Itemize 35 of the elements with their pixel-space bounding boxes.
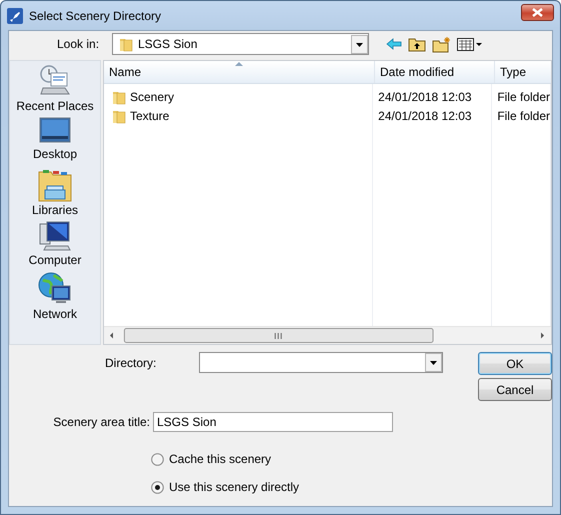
column-header[interactable]: Date modified — [375, 61, 495, 83]
option-label[interactable]: Cache this scenery — [169, 452, 272, 466]
file-name-cell[interactable]: Texture — [104, 106, 372, 125]
scenery-title-field[interactable]: LSGS Sion — [153, 412, 393, 432]
directory-label: Directory: — [105, 355, 158, 372]
folder-icon — [119, 36, 133, 52]
table-cell-text: 24/01/2018 12:03 — [377, 108, 473, 124]
table-cell-text: File folder — [496, 88, 550, 106]
library-folder-icon — [38, 168, 72, 202]
scenery-title-label: Scenery area title: — [52, 415, 150, 429]
cancel-button[interactable]: Cancel — [478, 378, 552, 401]
globe-monitor-icon — [38, 272, 72, 306]
option-label[interactable]: Use this scenery directly — [169, 480, 300, 494]
ok-button[interactable]: OK — [478, 352, 552, 375]
place-item[interactable]: Computer — [11, 220, 99, 272]
radio-button[interactable] — [151, 480, 164, 494]
place-item[interactable]: Network — [11, 272, 99, 324]
place-item[interactable]: Desktop — [11, 116, 99, 168]
computer-icon — [38, 220, 72, 252]
folder-up-icon[interactable] — [408, 36, 426, 52]
file-name-cell[interactable]: Scenery — [104, 87, 372, 106]
new-folder-icon[interactable] — [432, 36, 451, 52]
close-icon — [532, 8, 543, 17]
place-item[interactable]: Libraries — [11, 168, 99, 220]
view-menu-icon[interactable] — [457, 36, 483, 52]
table-cell-text: 24/01/2018 12:03 — [377, 88, 473, 106]
back-arrow-icon[interactable] — [386, 37, 402, 51]
look-in-dropdown[interactable]: LSGS Sion — [112, 33, 369, 55]
radio-button[interactable] — [151, 452, 164, 466]
close-button[interactable] — [521, 4, 554, 21]
table-cell-text: File folder — [496, 108, 550, 124]
place-item[interactable]: Recent Places — [11, 64, 99, 116]
column-header[interactable]: Type — [495, 61, 551, 83]
window-title: Select Scenery Directory — [29, 8, 162, 22]
look-in-label: Look in: — [57, 37, 100, 51]
